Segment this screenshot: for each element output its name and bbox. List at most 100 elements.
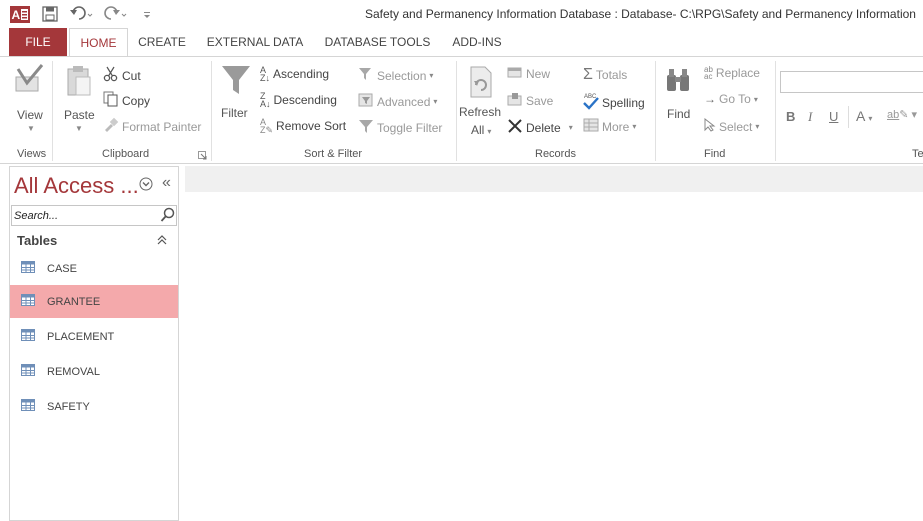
remove-sort-icon: A Z✎ [260, 117, 274, 135]
advanced-filter-icon [358, 92, 374, 111]
more-grid-icon [583, 118, 599, 135]
select-button[interactable]: Select ▾ [704, 117, 759, 135]
divider [52, 61, 53, 161]
new-record-icon [507, 66, 523, 81]
refresh-icon[interactable] [469, 65, 493, 102]
divider [456, 61, 457, 161]
find-button[interactable]: Find [667, 107, 690, 121]
paste-icon[interactable] [66, 65, 92, 100]
save-icon[interactable] [42, 5, 58, 23]
selection-label: Selection [377, 68, 427, 83]
nav-item-label: CASE [47, 262, 77, 275]
search-icon[interactable] [160, 207, 176, 226]
paintbrush-icon [103, 117, 119, 136]
delete-icon [507, 118, 523, 137]
nav-item-label: PLACEMENT [47, 330, 115, 343]
binoculars-icon[interactable] [665, 67, 691, 96]
highlight-icon[interactable]: ab✎ ▾ [887, 108, 917, 121]
view-dropdown-icon[interactable]: ▼ [27, 124, 35, 133]
select-label: Select [719, 119, 753, 134]
italic-button[interactable]: I [808, 109, 812, 125]
nav-item-safety[interactable]: SAFETY [10, 390, 178, 423]
filter-icon[interactable] [221, 64, 251, 99]
replace-button[interactable]: ab ac Replace [704, 65, 760, 81]
sigma-icon: Σ [583, 66, 593, 83]
bold-button[interactable]: B [786, 109, 795, 124]
new-label: New [526, 66, 551, 81]
paste-button[interactable]: Paste [64, 108, 95, 122]
selection-button[interactable]: Selection ▾ [358, 66, 433, 85]
svg-text:A: A [12, 8, 21, 22]
cursor-icon [704, 117, 716, 135]
tab-add-ins[interactable]: ADD-INS [445, 28, 509, 57]
tab-database-tools[interactable]: DATABASE TOOLS [320, 28, 435, 57]
copy-button[interactable]: Copy [103, 91, 150, 110]
font-name-combobox[interactable] [780, 71, 923, 93]
new-record-button[interactable]: New [507, 66, 550, 81]
format-painter-button[interactable]: Format Painter [103, 117, 201, 136]
view-button[interactable]: View [17, 108, 43, 122]
scissors-icon [103, 66, 119, 85]
goto-label: Go To [719, 92, 751, 106]
shutter-bar-close-icon[interactable]: « [162, 174, 171, 192]
ascending-button[interactable]: A Z↓ Ascending [260, 66, 330, 83]
category-label: Tables [17, 233, 58, 248]
underline-button[interactable]: U [829, 109, 838, 124]
tab-create[interactable]: CREATE [133, 28, 191, 57]
font-color-button[interactable]: A [856, 108, 865, 124]
ascending-label: Ascending [273, 67, 330, 81]
save-record-button[interactable]: Save [507, 92, 553, 109]
goto-button[interactable]: → Go To ▾ [704, 92, 758, 106]
toggle-filter-button[interactable]: Toggle Filter [358, 118, 442, 137]
totals-button[interactable]: Σ Totals [583, 66, 627, 84]
search-input[interactable] [12, 206, 152, 225]
nav-search-box [11, 205, 177, 226]
more-button[interactable]: More ▾ [583, 118, 636, 135]
table-icon [21, 364, 35, 379]
nav-pane-title[interactable]: All Access ... [14, 173, 139, 199]
nav-item-label: GRANTEE [47, 295, 101, 308]
tab-file[interactable]: FILE [9, 28, 67, 57]
remove-sort-button[interactable]: A Z✎ Remove Sort [260, 117, 347, 135]
redo-icon[interactable] [104, 5, 132, 23]
divider [775, 61, 776, 161]
nav-item-removal[interactable]: REMOVAL [10, 355, 178, 388]
nav-menu-dropdown-icon[interactable] [139, 177, 153, 194]
delete-button[interactable]: Delete ▾ [507, 118, 573, 137]
remove-sort-label: Remove Sort [276, 119, 347, 133]
customize-toolbar-icon[interactable] [142, 5, 152, 23]
view-icon[interactable] [14, 63, 44, 98]
title-bar: A Safety and Permanency Information Data… [0, 0, 923, 28]
nav-item-grantee[interactable]: GRANTEE [10, 285, 178, 318]
undo-icon[interactable] [70, 5, 94, 23]
arrow-right-icon: → [704, 92, 716, 106]
refresh-all-button[interactable]: Refresh [459, 105, 501, 119]
spelling-button[interactable]: ABC Spelling [583, 92, 645, 113]
cut-button[interactable]: Cut [103, 66, 141, 85]
tab-home[interactable]: HOME [69, 28, 128, 58]
dialog-launcher-icon[interactable] [198, 149, 207, 163]
divider [655, 61, 656, 161]
toggle-filter-icon [358, 118, 374, 137]
filter-button[interactable]: Filter [221, 106, 248, 120]
replace-icon: ab ac [704, 65, 713, 81]
save-label: Save [526, 93, 554, 108]
nav-item-placement[interactable]: PLACEMENT [10, 320, 178, 353]
tab-external-data[interactable]: EXTERNAL DATA [201, 28, 309, 57]
ribbon: View ▼ Views Paste ▼ Cut Copy Format Pai… [0, 56, 923, 164]
more-label: More [602, 119, 630, 134]
descending-label: Descending [273, 93, 337, 107]
nav-item-label: SAFETY [47, 400, 90, 413]
nav-item-case[interactable]: CASE [10, 252, 178, 285]
table-icon [21, 399, 35, 414]
descending-button[interactable]: Z A↓ Descending [260, 92, 337, 109]
svg-text:ABC: ABC [584, 94, 597, 100]
category-header-tables[interactable]: Tables [10, 231, 178, 251]
access-logo: A [10, 5, 30, 23]
collapse-chevron-icon[interactable] [157, 234, 167, 249]
cut-label: Cut [122, 68, 141, 83]
copy-label: Copy [122, 93, 151, 108]
paste-dropdown-icon[interactable]: ▼ [75, 124, 83, 133]
toggle-filter-label: Toggle Filter [377, 120, 443, 135]
advanced-button[interactable]: Advanced ▾ [358, 92, 437, 111]
